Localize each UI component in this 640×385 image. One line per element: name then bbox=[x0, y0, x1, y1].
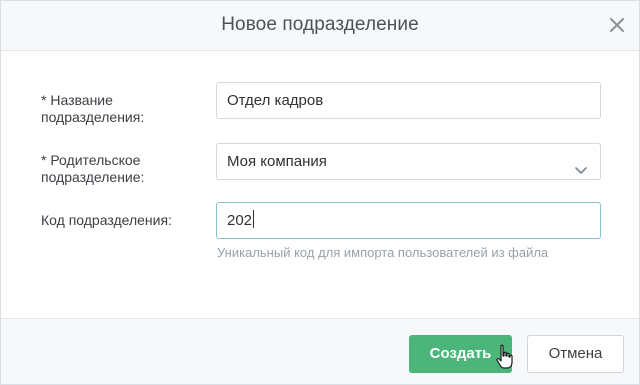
parent-department-label: * Родительское подразделение: bbox=[41, 152, 145, 185]
department-code-value: 202 bbox=[227, 212, 253, 229]
chevron-down-icon bbox=[574, 155, 588, 174]
new-department-dialog: Новое подразделение * Название подраздел… bbox=[0, 0, 640, 385]
department-name-label: * Название подразделения: bbox=[41, 92, 145, 125]
dialog-body: * Название подразделения: Отдел кадров *… bbox=[1, 52, 639, 318]
parent-department-select[interactable]: Моя компания bbox=[216, 143, 601, 180]
department-code-hint: Уникальный код для импорта пользователей… bbox=[217, 245, 549, 260]
department-code-input[interactable]: 202 bbox=[216, 202, 601, 239]
text-caret bbox=[253, 210, 255, 228]
dialog-footer: Создать Отмена bbox=[1, 318, 639, 384]
dialog-title: Новое подразделение bbox=[221, 14, 419, 35]
dialog-header: Новое подразделение bbox=[1, 1, 639, 51]
parent-department-value: Моя компания bbox=[227, 153, 327, 170]
department-name-input[interactable]: Отдел кадров bbox=[216, 82, 601, 119]
close-icon[interactable] bbox=[607, 15, 627, 35]
create-button[interactable]: Создать bbox=[409, 335, 512, 373]
cancel-button[interactable]: Отмена bbox=[527, 335, 624, 373]
department-name-value: Отдел кадров bbox=[227, 92, 324, 109]
department-code-label: Код подразделения: bbox=[41, 212, 172, 228]
